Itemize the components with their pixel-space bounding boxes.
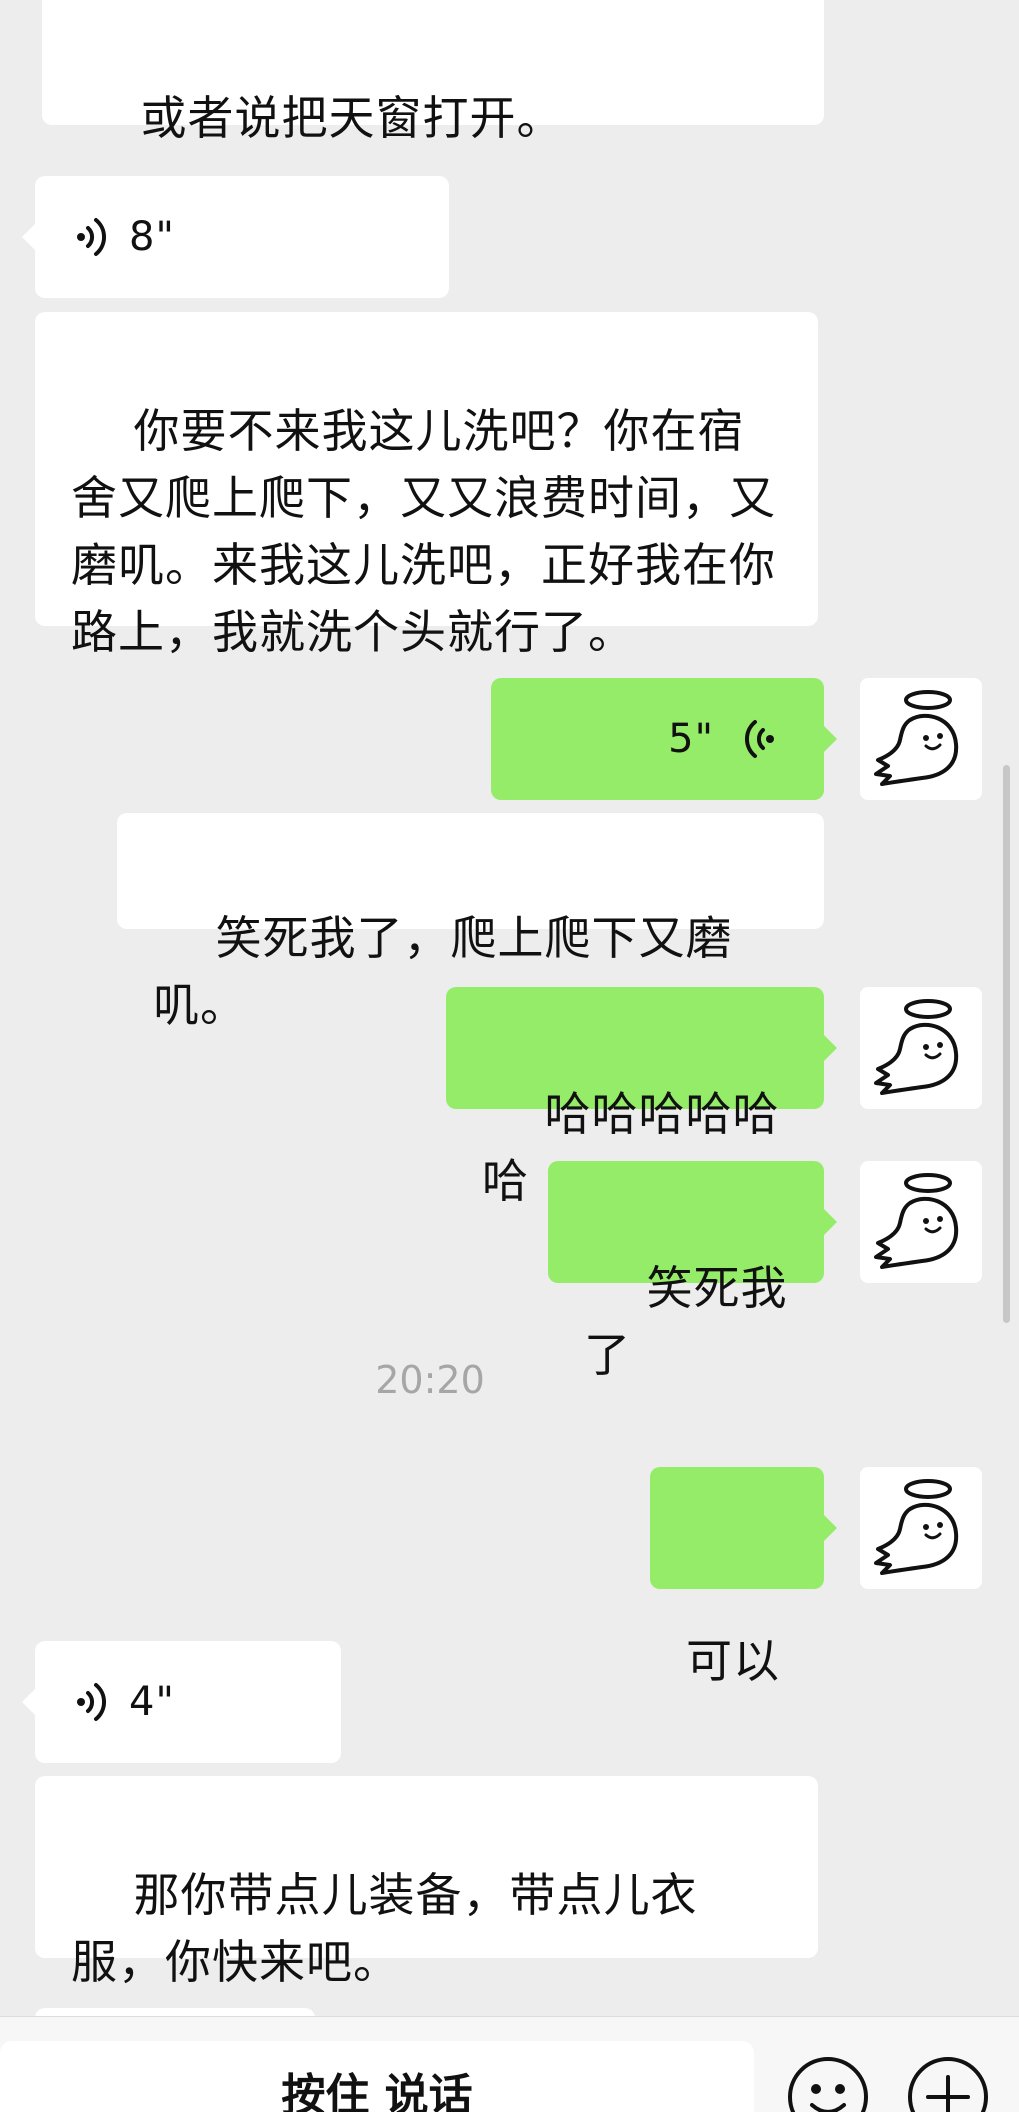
message-bubble-incoming[interactable]: 或者说把天窗打开。	[42, 0, 824, 145]
voice-wave-icon	[77, 218, 107, 256]
input-bar: 按住 说话	[0, 2016, 1019, 2112]
ghost-angel-icon	[874, 690, 959, 786]
message-bubble-outgoing[interactable]: 可以	[650, 1467, 837, 1688]
message-bubble-incoming[interactable]: 你要不来我这儿洗吧？你在宿舍又爬上爬下，又又浪费时间，又磨叽。来我这儿洗吧，正好…	[35, 312, 818, 659]
voice-duration: 4"	[129, 1678, 175, 1725]
plus-sign-icon	[926, 2075, 970, 2112]
chat-screen: 或者说把天窗打开。 8" 你要不来我这儿洗吧？你在宿舍又爬上爬下，又又浪费时间，…	[0, 0, 1019, 2112]
message-bubble-outgoing[interactable]: 哈哈哈哈哈哈	[446, 987, 837, 1208]
message-text: 你要不来我这儿洗吧？你在宿舍又爬上爬下，又又浪费时间，又磨叽。来我这儿洗吧，正好…	[71, 404, 776, 659]
message-bubble-incoming[interactable]: 那你带点儿装备，带点儿衣服，你快来吧。	[35, 1776, 818, 1989]
voice-duration: 5"	[668, 715, 714, 762]
scrollbar[interactable]	[1003, 765, 1010, 1323]
avatar[interactable]	[860, 1467, 982, 1589]
message-text: 或者说把天窗打开。	[140, 91, 564, 145]
message-timestamp: 20:20	[375, 1358, 485, 1402]
hold-to-talk-button[interactable]: 按住 说话	[0, 2041, 754, 2112]
avatar[interactable]	[860, 1161, 982, 1283]
ghost-angel-icon	[874, 1173, 959, 1269]
ghost-angel-icon	[874, 999, 959, 1095]
message-bubble[interactable]: 笑死我了，爬上爬下又磨叽。	[117, 813, 824, 1032]
emoji-face-icon	[810, 2084, 846, 2112]
message-text: 可以	[686, 1634, 780, 1688]
voice-message-outgoing[interactable]: 5"	[491, 678, 837, 800]
emoji-icon[interactable]	[788, 2057, 868, 2112]
avatar[interactable]	[860, 678, 982, 800]
message-text: 那你带点儿装备，带点儿衣服，你快来吧。	[71, 1868, 698, 1989]
voice-message-incoming[interactable]: 8"	[22, 176, 449, 298]
voice-wave-icon	[744, 720, 774, 758]
ghost-angel-icon	[874, 1479, 959, 1575]
voice-wave-icon	[77, 1683, 107, 1721]
voice-duration: 8"	[129, 213, 175, 260]
voice-message-incoming[interactable]: 4"	[22, 1641, 341, 1763]
plus-icon[interactable]	[908, 2057, 988, 2112]
message-bubble-outgoing[interactable]: 笑死我了	[548, 1161, 837, 1382]
avatar[interactable]	[860, 987, 982, 1109]
